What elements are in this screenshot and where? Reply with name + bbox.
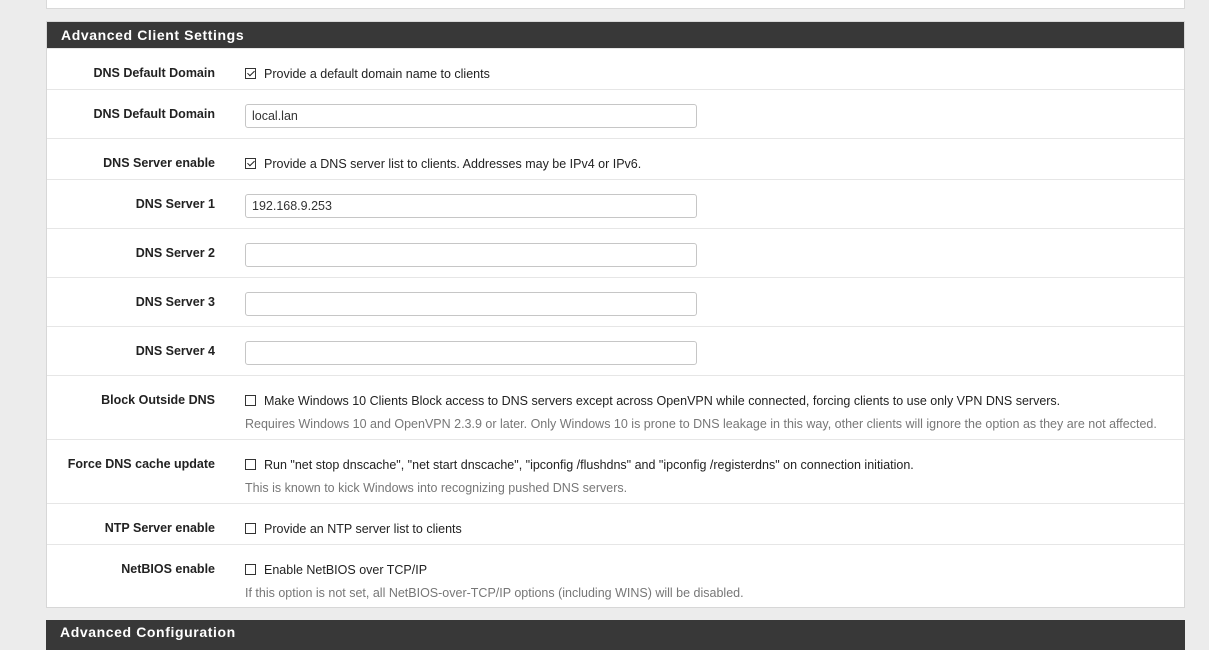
dns-server-4-field [245, 341, 1174, 365]
block-outside-dns-checkbox[interactable] [245, 395, 256, 406]
dns-server-enable-text: Provide a DNS server list to clients. Ad… [264, 157, 642, 171]
ntp-server-enable-checkbox[interactable] [245, 523, 256, 534]
dns-server-4-label: DNS Server 4 [135, 344, 215, 358]
row-netbios-enable: NetBIOS enable Enable NetBIOS over TCP/I… [47, 544, 1184, 607]
dns-default-domain-label: DNS Default Domain [93, 107, 215, 121]
row-dns-server-4: DNS Server 4 [47, 326, 1184, 375]
dns-default-domain-field [245, 104, 1174, 128]
netbios-enable-help: If this option is not set, all NetBIOS-o… [245, 586, 744, 600]
ntp-server-enable-field: Provide an NTP server list to clients [245, 521, 1174, 536]
dns-default-domain-checkbox-text: Provide a default domain name to clients [264, 67, 490, 81]
block-outside-dns-label: Block Outside DNS [101, 393, 215, 407]
dns-server-enable-checkbox[interactable] [245, 158, 256, 169]
force-dns-cache-update-help: This is known to kick Windows into recog… [245, 481, 628, 495]
dns-server-1-input[interactable] [245, 194, 697, 218]
panel-heading: Advanced Client Settings [47, 22, 1184, 48]
row-block-outside-dns: Block Outside DNS Make Windows 10 Client… [47, 375, 1184, 439]
row-ntp-server-enable: NTP Server enable Provide an NTP server … [47, 503, 1184, 544]
advanced-configuration-heading: Advanced Configuration [46, 620, 1185, 650]
previous-panel-bottom [46, 0, 1185, 9]
dns-default-domain-checkbox[interactable] [245, 68, 256, 79]
netbios-enable-text: Enable NetBIOS over TCP/IP [264, 563, 428, 577]
dns-server-enable-field: Provide a DNS server list to clients. Ad… [245, 156, 1174, 171]
netbios-enable-checkbox[interactable] [245, 564, 256, 575]
ntp-server-enable-label: NTP Server enable [104, 521, 215, 535]
block-outside-dns-help: Requires Windows 10 and OpenVPN 2.3.9 or… [245, 417, 1157, 431]
dns-server-3-input[interactable] [245, 292, 697, 316]
dns-server-2-input[interactable] [245, 243, 697, 267]
dns-server-1-field [245, 194, 1174, 218]
dns-server-enable-label: DNS Server enable [103, 156, 215, 170]
dns-default-domain-enable-label: DNS Default Domain [93, 66, 215, 80]
dns-default-domain-enable-field: Provide a default domain name to clients [245, 66, 1174, 81]
netbios-enable-field: Enable NetBIOS over TCP/IP If this optio… [245, 562, 1174, 600]
row-dns-server-3: DNS Server 3 [47, 277, 1184, 326]
dns-server-4-input[interactable] [245, 341, 697, 365]
ntp-server-enable-text: Provide an NTP server list to clients [264, 522, 462, 536]
force-dns-cache-update-label: Force DNS cache update [67, 457, 215, 471]
netbios-enable-label: NetBIOS enable [121, 562, 215, 576]
row-dns-default-domain-enable: DNS Default Domain Provide a default dom… [47, 48, 1184, 89]
row-force-dns-cache-update: Force DNS cache update Run "net stop dns… [47, 439, 1184, 503]
dns-default-domain-input[interactable] [245, 104, 697, 128]
block-outside-dns-field: Make Windows 10 Clients Block access to … [245, 393, 1174, 431]
force-dns-cache-update-checkbox[interactable] [245, 459, 256, 470]
row-dns-server-enable: DNS Server enable Provide a DNS server l… [47, 138, 1184, 179]
force-dns-cache-update-field: Run "net stop dnscache", "net start dnsc… [245, 457, 1174, 495]
row-dns-default-domain: DNS Default Domain [47, 89, 1184, 138]
row-dns-server-2: DNS Server 2 [47, 228, 1184, 277]
row-dns-server-1: DNS Server 1 [47, 179, 1184, 228]
dns-server-2-field [245, 243, 1174, 267]
force-dns-cache-update-text: Run "net stop dnscache", "net start dnsc… [264, 458, 914, 472]
dns-server-1-label: DNS Server 1 [135, 197, 215, 211]
dns-server-3-field [245, 292, 1174, 316]
dns-server-2-label: DNS Server 2 [135, 246, 215, 260]
advanced-client-settings-panel: Advanced Client Settings DNS Default Dom… [46, 21, 1185, 608]
dns-server-3-label: DNS Server 3 [135, 295, 215, 309]
block-outside-dns-text: Make Windows 10 Clients Block access to … [264, 394, 1061, 408]
